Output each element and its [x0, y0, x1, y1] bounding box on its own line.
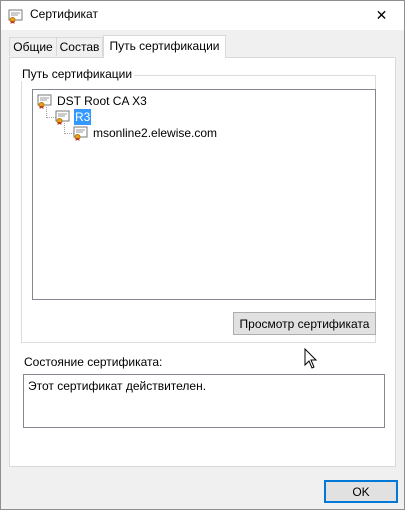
ok-label: OK: [352, 484, 370, 499]
certificate-icon: [73, 125, 89, 141]
view-certificate-button[interactable]: Просмотр сертификата: [233, 312, 376, 335]
status-textbox[interactable]: Этот сертификат действителен.: [23, 374, 385, 428]
group-label: Путь сертификации: [20, 67, 135, 81]
tab-details-label: Состав: [59, 40, 100, 54]
tab-certification-path[interactable]: Путь сертификации: [103, 35, 226, 58]
certification-path-tree[interactable]: DST Root CA X3 R3 msonline2.elewise.com: [32, 89, 376, 300]
mouse-cursor-icon: [304, 348, 318, 369]
title-bar[interactable]: Сертификат ✕: [1, 1, 404, 30]
status-text: Этот сертификат действителен.: [28, 379, 207, 393]
tree-node-root[interactable]: DST Root CA X3: [37, 93, 148, 109]
tree-node-leaf[interactable]: msonline2.elewise.com: [73, 125, 218, 141]
certificate-icon: [8, 8, 24, 24]
tree-node-label: msonline2.elewise.com: [93, 126, 218, 140]
tree-node-label: R3: [74, 109, 92, 125]
tab-details[interactable]: Состав: [56, 37, 103, 56]
status-label: Состояние сертификата:: [24, 355, 163, 369]
certificate-icon: [37, 93, 53, 109]
tab-general-label: Общие: [13, 40, 53, 54]
tab-strip: Общие Состав Путь сертификации: [9, 35, 399, 58]
certificate-icon: [55, 109, 71, 125]
window-title: Сертификат: [30, 7, 98, 21]
view-certificate-label: Просмотр сертификата: [239, 316, 370, 331]
tab-certification-path-label: Путь сертификации: [109, 39, 220, 53]
close-button[interactable]: ✕: [359, 1, 404, 30]
close-icon: ✕: [375, 7, 388, 23]
certificate-dialog: Сертификат ✕ Общие Состав Путь сертифика…: [0, 0, 405, 510]
ok-button[interactable]: OK: [324, 480, 398, 503]
tree-node-intermediate[interactable]: R3: [55, 109, 92, 125]
tree-node-label: DST Root CA X3: [57, 94, 147, 108]
tab-general[interactable]: Общие: [9, 37, 57, 56]
